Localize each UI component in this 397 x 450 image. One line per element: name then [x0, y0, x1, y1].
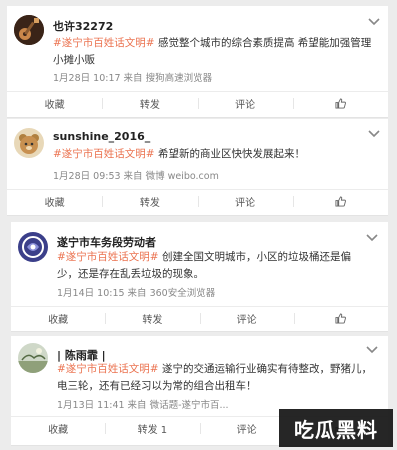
comment-button[interactable]: 评论 [199, 307, 294, 330]
favorite-button[interactable]: 收藏 [7, 92, 102, 115]
post-actions: 收藏 转发 评论 [11, 306, 388, 330]
post-text: #遂宁市百姓话文明# 希望新的商业区快快发展起来！ [53, 148, 305, 160]
user-avatar[interactable] [18, 232, 48, 262]
like-button[interactable] [292, 190, 388, 213]
like-button[interactable] [292, 92, 388, 115]
watermark-overlay: 吃瓜黑料 [279, 409, 393, 447]
favorite-button[interactable]: 收藏 [11, 417, 105, 440]
post-actions: 收藏 转发 评论 [7, 189, 388, 213]
repost-button[interactable]: 转发 [102, 92, 197, 115]
landscape-avatar-icon [18, 343, 48, 373]
thumbs-up-icon [335, 313, 347, 324]
topic-tag[interactable]: #遂宁市百姓话文明# [53, 37, 155, 49]
post-card: sunshine_2016_ #遂宁市百姓话文明# 希望新的商业区快快发展起来！… [7, 119, 388, 216]
topic-tag[interactable]: #遂宁市百姓话文明# [57, 251, 159, 263]
repost-button[interactable]: 转发 1 [105, 417, 199, 440]
comment-button[interactable]: 评论 [197, 92, 293, 115]
chevron-down-icon[interactable] [367, 129, 381, 139]
comment-button[interactable]: 评论 [197, 190, 293, 213]
post-meta: 1月28日 10:17 来自 搜狗高速浏览器 [53, 73, 213, 84]
chevron-down-icon[interactable] [365, 233, 379, 243]
chevron-down-icon[interactable] [365, 345, 379, 355]
favorite-button[interactable]: 收藏 [7, 190, 102, 213]
like-button[interactable] [293, 307, 388, 330]
repost-button[interactable]: 转发 [102, 190, 197, 213]
user-avatar[interactable] [18, 343, 48, 373]
user-avatar[interactable] [14, 128, 44, 158]
thumbs-up-icon [335, 98, 346, 109]
username[interactable]: 也许32272 [53, 18, 113, 34]
post-meta: 1月28日 09:53 来自 微博 weibo.com [53, 171, 219, 182]
thumbs-up-icon [335, 196, 346, 207]
repost-button[interactable]: 转发 [105, 307, 199, 330]
post-card: 遂宁市车务段劳动者 #遂宁市百姓话文明# 创建全国文明城市，小区的垃圾桶还是偏少… [11, 222, 388, 332]
post-text: #遂宁市百姓话文明# 感觉整个城市的综合素质提高 希望能加强管理小摊小贩 [53, 37, 372, 66]
guitar-avatar-icon [14, 15, 44, 45]
topic-tag[interactable]: #遂宁市百姓话文明# [53, 148, 155, 160]
post-meta: 1月13日 11:41 来自 微话题-遂宁市百... [57, 400, 229, 411]
username[interactable]: 遂宁市车务段劳动者 [57, 234, 156, 250]
logo-avatar-icon [18, 232, 48, 262]
topic-tag[interactable]: #遂宁市百姓话文明# [57, 363, 159, 375]
weibo-feed: 也许32272 #遂宁市百姓话文明# 感觉整个城市的综合素质提高 希望能加强管理… [0, 0, 397, 450]
post-actions: 收藏 转发 评论 [7, 91, 388, 115]
post-card: 也许32272 #遂宁市百姓话文明# 感觉整个城市的综合素质提高 希望能加强管理… [7, 6, 388, 118]
user-avatar[interactable] [14, 15, 44, 45]
post-meta: 1月14日 10:15 来自 360安全浏览器 [57, 288, 216, 299]
chevron-down-icon[interactable] [367, 17, 381, 27]
bear-avatar-icon [14, 128, 44, 158]
post-text: #遂宁市百姓话文明# 创建全国文明城市，小区的垃圾桶还是偏少，还是存在乱丢垃圾的… [57, 251, 351, 280]
favorite-button[interactable]: 收藏 [11, 307, 105, 330]
post-text: #遂宁市百姓话文明# 遂宁的交通运输行业确实有待整改，野猪儿，电三轮，还有已经习… [57, 363, 372, 392]
username[interactable]: sunshine_2016_ [53, 130, 150, 143]
